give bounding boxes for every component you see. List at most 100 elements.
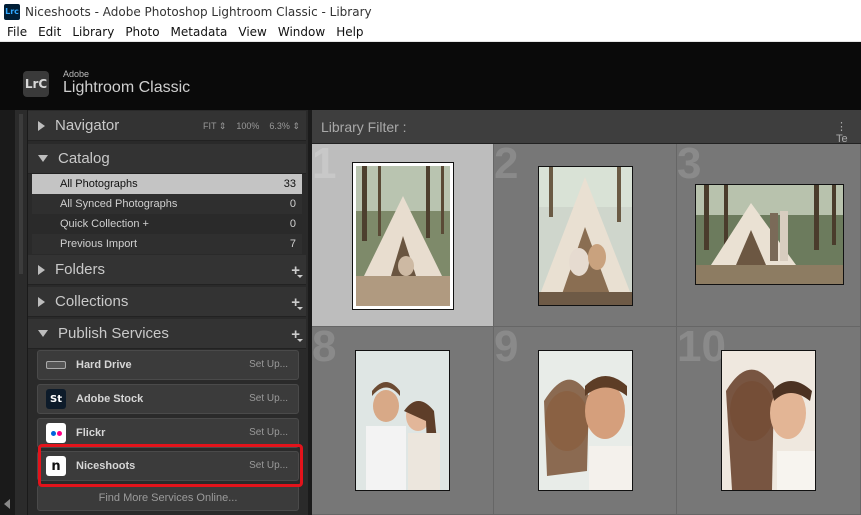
folders-header[interactable]: Folders + xyxy=(28,255,306,285)
flickr-icon xyxy=(46,423,66,443)
cell-number: 8 xyxy=(312,327,337,371)
left-panel-edge xyxy=(0,110,15,515)
cell-number: 1 xyxy=(312,144,337,188)
couple-close-photo-image xyxy=(539,351,632,490)
title-bar: Lrc Niceshoots - Adobe Photoshop Lightro… xyxy=(0,0,861,23)
photo-thumbnail[interactable] xyxy=(538,166,633,306)
niceshoots-icon: n xyxy=(46,456,66,476)
cell-number: 10 xyxy=(677,327,726,371)
tent-photo-image xyxy=(356,166,450,306)
library-filter-label: Library Filter : xyxy=(321,119,407,135)
navigator-zoom-options: FIT ⇕ 100% 6.3% ⇕ xyxy=(203,111,300,141)
menu-window[interactable]: Window xyxy=(273,25,331,39)
lrc-logo-icon: LrC xyxy=(23,71,49,97)
publish-services-label: Publish Services xyxy=(58,325,169,342)
grid-cell-3[interactable]: 3 xyxy=(677,144,861,327)
catalog-item-count: 7 xyxy=(289,238,296,250)
catalog-item-label: All Photographs xyxy=(60,178,138,190)
cell-number: 2 xyxy=(494,144,519,188)
catalog-label: Catalog xyxy=(58,150,110,167)
publish-service-hard-drive[interactable]: Hard Drive Set Up... xyxy=(37,350,299,380)
menu-bar: File Edit Library Photo Metadata View Wi… xyxy=(0,23,861,42)
photo-grid: 1 2 3 8 9 10 xyxy=(312,144,861,515)
collections-label: Collections xyxy=(55,293,129,310)
expand-triangle-icon xyxy=(38,264,45,275)
menu-file[interactable]: File xyxy=(2,25,33,39)
publish-service-niceshoots[interactable]: n Niceshoots Set Up... xyxy=(37,451,299,481)
zoom-custom[interactable]: 6.3% ⇕ xyxy=(269,121,300,132)
folders-label: Folders xyxy=(55,261,106,278)
left-panel-scrollbar[interactable] xyxy=(15,110,28,515)
left-panel: Navigator FIT ⇕ 100% 6.3% ⇕ Catalog All … xyxy=(28,110,308,515)
service-label: Adobe Stock xyxy=(76,393,144,405)
catalog-item-count: 0 xyxy=(289,218,296,230)
navigator-header[interactable]: Navigator FIT ⇕ 100% 6.3% ⇕ xyxy=(28,111,306,141)
navigator-label: Navigator xyxy=(55,117,120,134)
hard-drive-icon xyxy=(46,355,66,375)
grid-cell-9[interactable]: 9 xyxy=(494,327,677,515)
service-label: Hard Drive xyxy=(76,359,132,371)
add-collection-icon[interactable]: + xyxy=(291,294,303,311)
expand-triangle-icon xyxy=(38,120,45,131)
catalog-item-all-synced[interactable]: All Synced Photographs 0 xyxy=(32,194,302,214)
collapse-triangle-icon xyxy=(38,155,48,162)
add-publish-service-icon[interactable]: + xyxy=(291,326,303,343)
menu-edit[interactable]: Edit xyxy=(33,25,67,39)
fit-stepper-icon: ⇕ xyxy=(218,120,227,131)
photo-thumbnail[interactable] xyxy=(538,350,633,491)
zoom-fit[interactable]: FIT ⇕ xyxy=(203,121,226,132)
brand-name: Lightroom Classic xyxy=(63,79,191,96)
menu-photo[interactable]: Photo xyxy=(120,25,165,39)
catalog-item-previous-import[interactable]: Previous Import 7 xyxy=(32,234,302,254)
collapse-left-arrow-icon[interactable] xyxy=(4,499,10,509)
menu-library[interactable]: Library xyxy=(67,25,120,39)
catalog-item-quick-collection[interactable]: Quick Collection + 0 xyxy=(32,214,302,234)
zoom-100[interactable]: 100% xyxy=(236,121,259,131)
catalog-item-label: Quick Collection + xyxy=(60,218,149,230)
catalog-item-count: 33 xyxy=(283,178,296,190)
publish-service-adobe-stock[interactable]: St Adobe Stock Set Up... xyxy=(37,384,299,414)
couple-kiss-photo-image xyxy=(356,351,449,490)
window-title: Niceshoots - Adobe Photoshop Lightroom C… xyxy=(25,4,372,19)
find-more-services-button[interactable]: Find More Services Online... xyxy=(37,485,299,511)
setup-button[interactable]: Set Up... xyxy=(249,393,288,404)
menu-view[interactable]: View xyxy=(233,25,272,39)
catalog-item-all-photographs[interactable]: All Photographs 33 xyxy=(32,174,302,194)
setup-button[interactable]: Set Up... xyxy=(249,427,288,438)
collapse-triangle-icon xyxy=(38,330,48,337)
grid-cell-2[interactable]: 2 xyxy=(494,144,677,327)
filter-text-tab[interactable]: ⋮ Te xyxy=(836,120,861,145)
adobe-stock-icon: St xyxy=(46,389,66,409)
setup-button[interactable]: Set Up... xyxy=(249,460,288,471)
catalog-item-label: All Synced Photographs xyxy=(60,198,178,210)
tent-couple-photo-image xyxy=(539,167,632,305)
menu-metadata[interactable]: Metadata xyxy=(166,25,234,39)
service-label: Niceshoots xyxy=(76,460,136,472)
expand-triangle-icon xyxy=(38,296,45,307)
catalog-item-label: Previous Import xyxy=(60,238,138,250)
tent-forest-photo-image xyxy=(696,185,843,284)
setup-button[interactable]: Set Up... xyxy=(249,359,288,370)
scrollbar-thumb[interactable] xyxy=(19,114,23,274)
grid-cell-10[interactable]: 10 xyxy=(677,327,861,515)
photo-thumbnail[interactable] xyxy=(355,350,450,491)
service-label: Flickr xyxy=(76,427,106,439)
publish-services-header[interactable]: Publish Services + xyxy=(28,319,306,349)
add-folder-icon[interactable]: + xyxy=(291,262,303,279)
grid-cell-8[interactable]: 8 xyxy=(312,327,494,515)
couple-kiss-close-photo-image xyxy=(722,351,815,490)
photo-thumbnail[interactable] xyxy=(695,184,844,285)
catalog-header[interactable]: Catalog xyxy=(28,144,306,174)
cell-number: 9 xyxy=(494,327,519,371)
collections-header[interactable]: Collections + xyxy=(28,287,306,317)
identity-plate: LrC Adobe Lightroom Classic xyxy=(0,42,861,110)
library-filter-bar: Library Filter : xyxy=(312,110,861,144)
catalog-item-count: 0 xyxy=(289,198,296,210)
photo-thumbnail[interactable] xyxy=(721,350,816,491)
cell-number: 3 xyxy=(677,144,702,188)
photo-thumbnail[interactable] xyxy=(352,162,454,310)
grid-cell-1[interactable]: 1 xyxy=(312,144,494,327)
menu-help[interactable]: Help xyxy=(331,25,369,39)
publish-service-flickr[interactable]: Flickr Set Up... xyxy=(37,418,299,448)
lightroom-window: Lrc Niceshoots - Adobe Photoshop Lightro… xyxy=(0,0,861,515)
